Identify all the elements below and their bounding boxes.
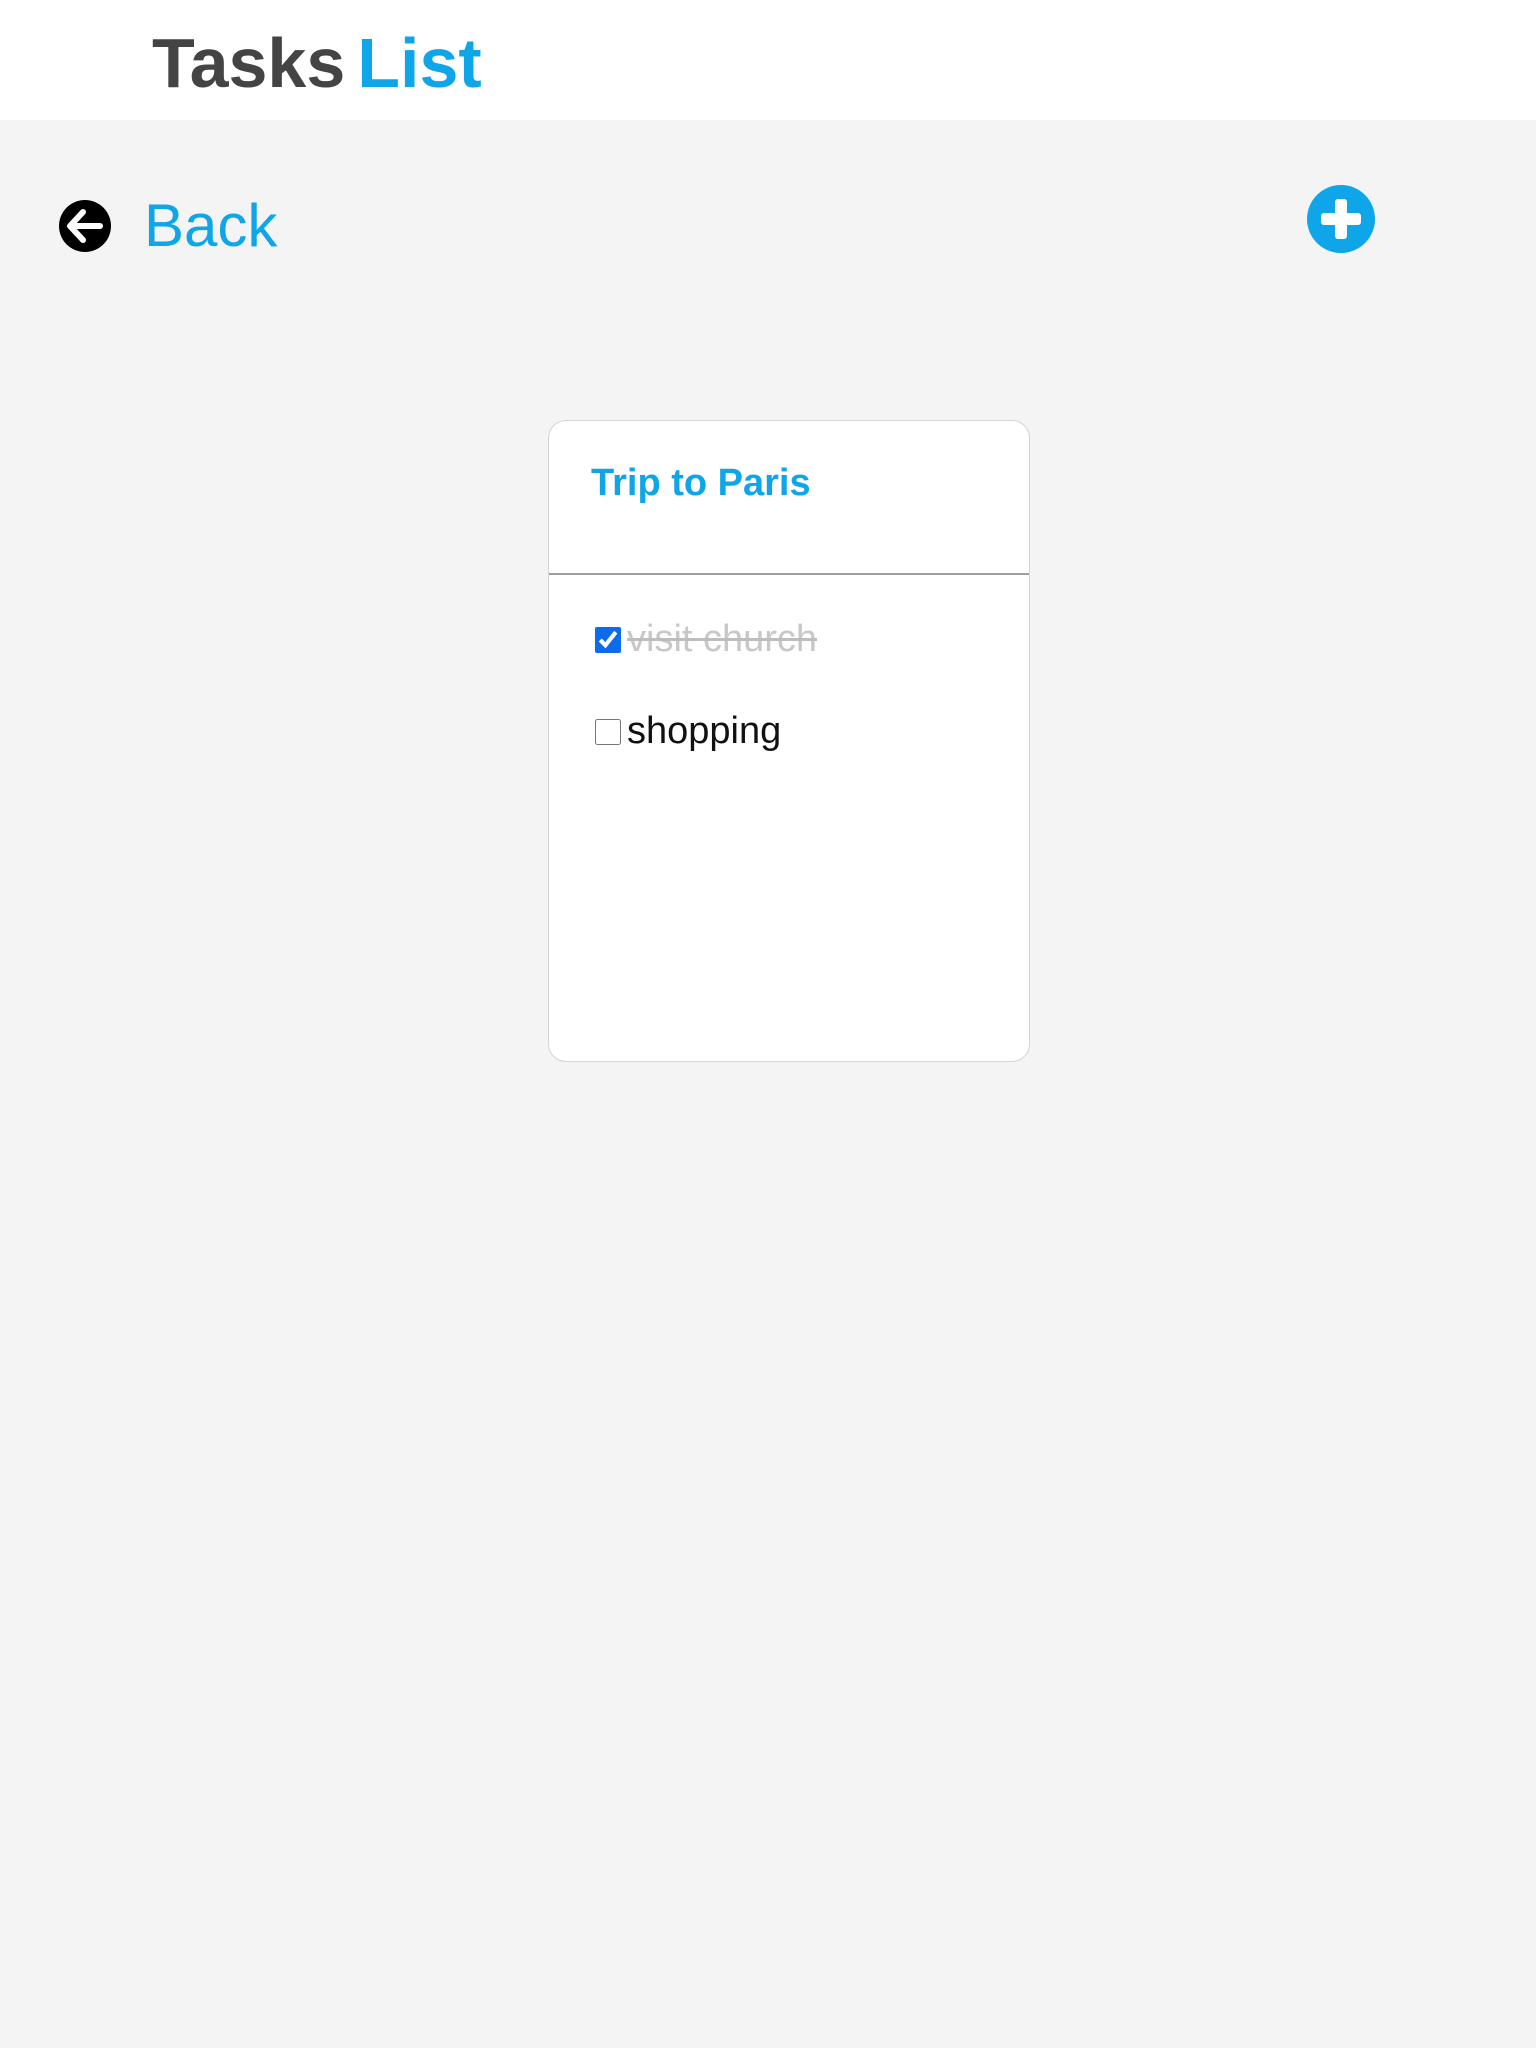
brand-word-tasks: Tasks bbox=[152, 24, 346, 102]
app-header: Tasks List bbox=[0, 0, 1536, 120]
task-item: visit church bbox=[595, 617, 817, 663]
task-checkbox[interactable] bbox=[595, 718, 621, 745]
plus-circle-icon bbox=[1307, 185, 1375, 253]
brand-word-list: List bbox=[357, 24, 482, 102]
task-label: shopping bbox=[627, 710, 782, 752]
task-label: visit church bbox=[627, 618, 818, 660]
task-list-card: Trip to Paris visit church shopping bbox=[548, 420, 1030, 1062]
card-header: Trip to Paris bbox=[549, 421, 1029, 575]
back-button[interactable]: Back bbox=[58, 196, 277, 256]
add-task-button[interactable] bbox=[1306, 184, 1376, 254]
app-logo: Tasks List bbox=[152, 28, 482, 98]
task-checkbox[interactable] bbox=[595, 626, 621, 653]
list-title: Trip to Paris bbox=[591, 462, 811, 504]
arrow-left-circle-icon bbox=[59, 200, 111, 252]
task-item: shopping bbox=[595, 709, 781, 755]
back-label: Back bbox=[144, 192, 278, 259]
